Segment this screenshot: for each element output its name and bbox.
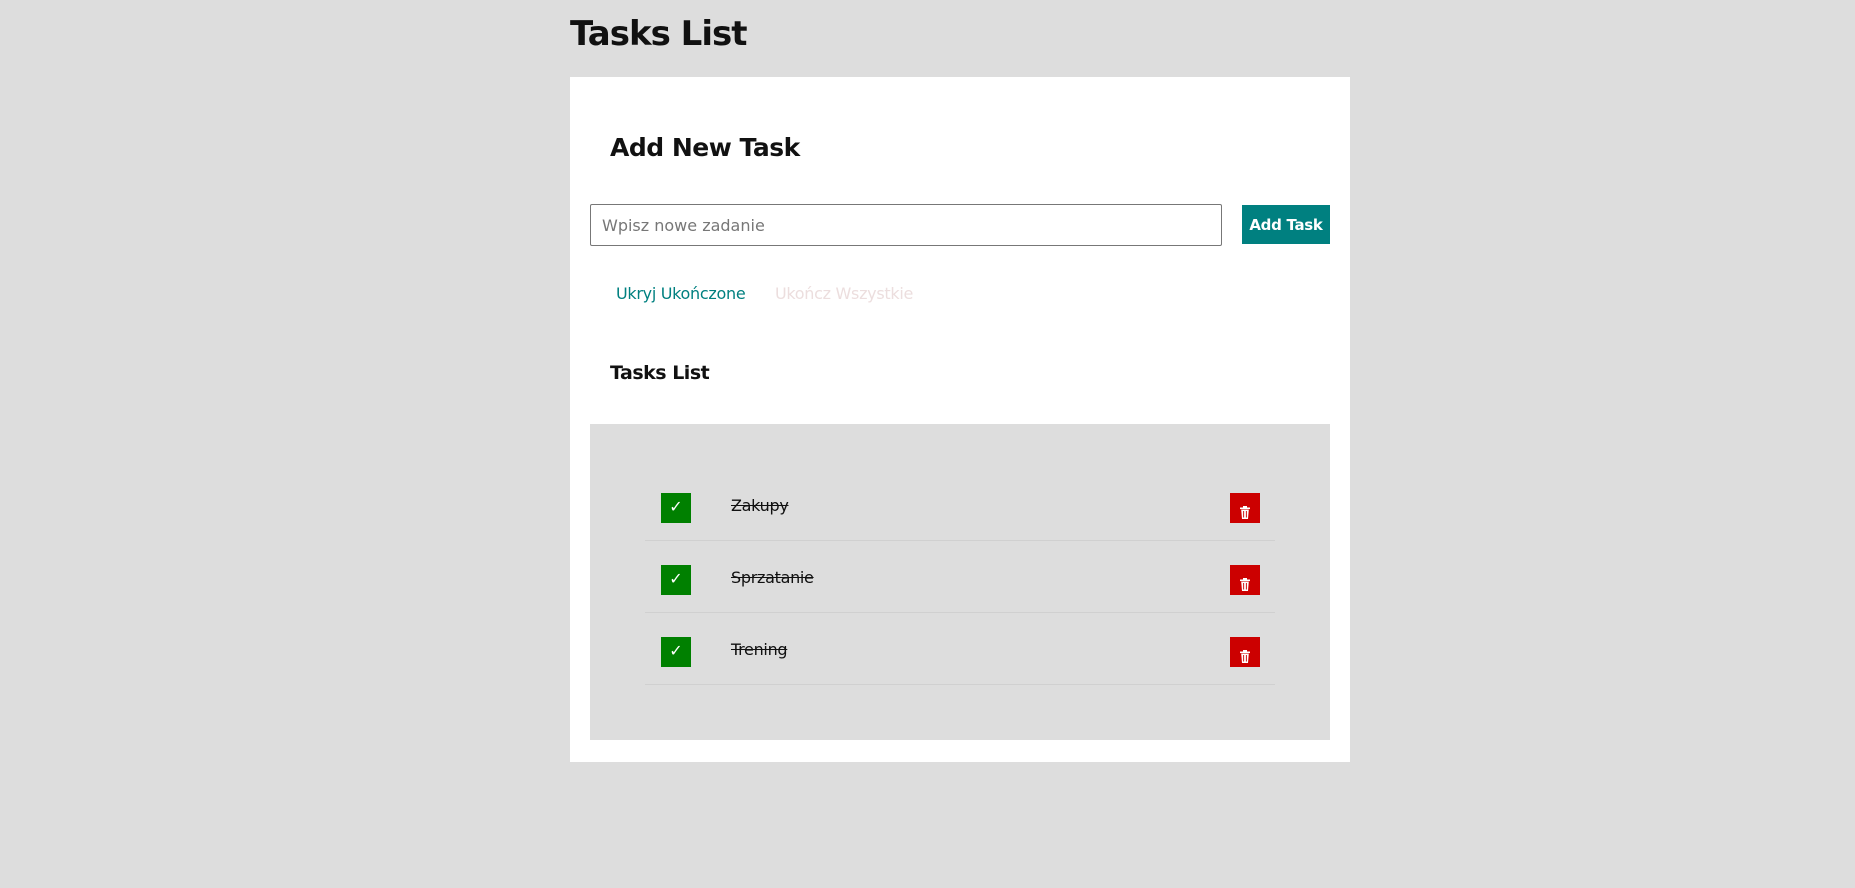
- task-name: Zakupy: [731, 496, 789, 515]
- delete-task-button[interactable]: [1230, 565, 1260, 595]
- trash-icon: [1240, 505, 1250, 519]
- new-task-input[interactable]: [590, 204, 1222, 246]
- task-item: ✓ Sprzatanie: [645, 541, 1275, 613]
- toggle-done-button[interactable]: ✓: [661, 493, 691, 523]
- delete-task-button[interactable]: [1230, 493, 1260, 523]
- task-list: ✓ Zakupy ✓ Sprzatanie ✓ Trening: [645, 469, 1275, 685]
- trash-icon: [1240, 649, 1250, 663]
- tasks-list-panel: ✓ Zakupy ✓ Sprzatanie ✓ Trening: [590, 424, 1330, 740]
- check-icon: ✓: [669, 571, 683, 588]
- check-icon: ✓: [669, 499, 683, 516]
- tasks-list-heading: Tasks List: [610, 362, 710, 384]
- add-task-button[interactable]: Add Task: [1242, 205, 1330, 244]
- task-name: Sprzatanie: [731, 568, 814, 587]
- delete-task-button[interactable]: [1230, 637, 1260, 667]
- trash-icon: [1240, 577, 1250, 591]
- add-task-heading: Add New Task: [610, 133, 800, 162]
- task-name: Trening: [731, 640, 788, 659]
- page-title: Tasks List: [570, 14, 747, 54]
- complete-all-button[interactable]: Ukończ Wszystkie: [775, 284, 913, 303]
- toggle-done-button[interactable]: ✓: [661, 637, 691, 667]
- task-item: ✓ Zakupy: [645, 469, 1275, 541]
- hide-completed-button[interactable]: Ukryj Ukończone: [616, 284, 746, 303]
- check-icon: ✓: [669, 643, 683, 660]
- task-item: ✓ Trening: [645, 613, 1275, 685]
- toggle-done-button[interactable]: ✓: [661, 565, 691, 595]
- tasks-card: Add New Task Add Task Ukryj Ukończone Uk…: [570, 77, 1350, 762]
